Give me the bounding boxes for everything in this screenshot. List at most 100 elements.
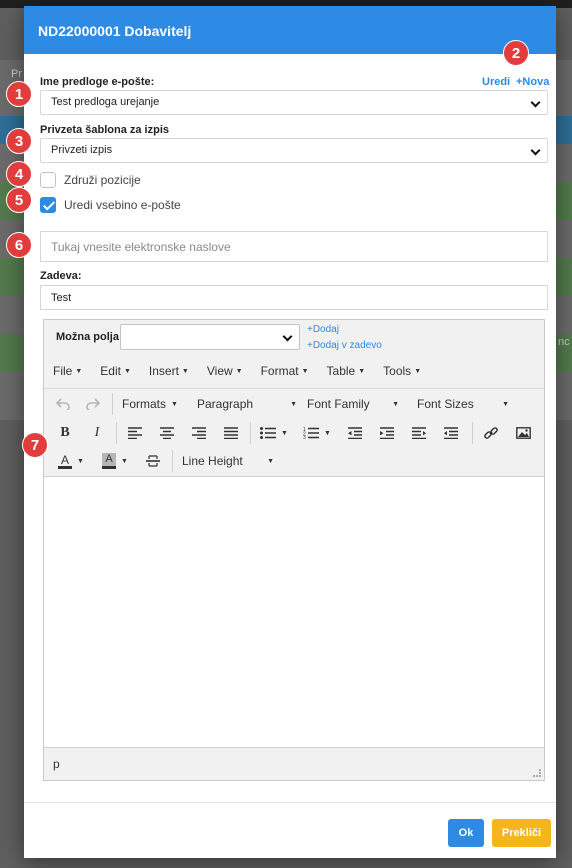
menu-label: Table bbox=[326, 364, 356, 378]
menu-edit[interactable]: Edit ▼ bbox=[100, 364, 131, 386]
caret-down-icon: ▼ bbox=[414, 368, 422, 375]
font-sizes-dropdown[interactable]: Font Sizes ▼ bbox=[417, 393, 509, 415]
italic-button[interactable]: I bbox=[86, 422, 108, 444]
paragraph-dropdown[interactable]: Paragraph ▼ bbox=[197, 393, 297, 415]
rich-text-editor: Možna polja: +Dodaj +Dodaj v zadevo File… bbox=[43, 319, 545, 781]
bold-button[interactable]: B bbox=[54, 422, 76, 444]
indent-icon bbox=[380, 427, 394, 439]
merge-positions-checkbox[interactable] bbox=[40, 172, 56, 188]
merge-positions-label: Združi pozicije bbox=[64, 173, 141, 187]
email-addresses-input[interactable] bbox=[40, 231, 548, 262]
caret-down-icon: ▼ bbox=[77, 457, 84, 465]
text-color-icon: A bbox=[58, 454, 73, 469]
insert-link-button[interactable] bbox=[480, 422, 502, 444]
annotation-badge: 2 bbox=[503, 40, 529, 66]
horizontal-rule-icon bbox=[146, 455, 160, 467]
menu-table[interactable]: Table ▼ bbox=[327, 364, 366, 386]
add-field-link[interactable]: +Dodaj bbox=[307, 324, 339, 335]
formats-dropdown[interactable]: Formats ▼ bbox=[122, 393, 178, 415]
redo-button[interactable] bbox=[82, 393, 104, 415]
editor-toolbar-row-3: A ▼ A ▼ Line Height ▼ bbox=[44, 446, 544, 475]
font-family-dropdown[interactable]: Font Family ▼ bbox=[307, 393, 399, 415]
add-field-subject-link[interactable]: +Dodaj v zadevo bbox=[307, 340, 382, 351]
rtl-button[interactable] bbox=[440, 422, 462, 444]
annotation-badge: 3 bbox=[6, 128, 32, 154]
numbered-list-icon: 123 bbox=[303, 427, 320, 439]
template-select[interactable]: Test predloga urejanje bbox=[40, 90, 548, 115]
caret-down-icon: ▼ bbox=[301, 368, 309, 375]
menu-label: Format bbox=[260, 364, 299, 378]
formats-label: Formats bbox=[122, 397, 167, 411]
menu-label: Tools bbox=[383, 364, 412, 378]
align-left-icon bbox=[128, 427, 142, 439]
element-path: p bbox=[53, 757, 60, 771]
text-color-button[interactable]: A ▼ bbox=[54, 450, 88, 472]
background-row-left bbox=[0, 334, 24, 372]
menu-label: Edit bbox=[100, 364, 121, 378]
line-height-dropdown[interactable]: Line Height ▼ bbox=[182, 450, 274, 472]
toolbar-separator bbox=[116, 422, 117, 444]
editor-toolbar-row-2: B I ▼ 1 2 3 ▼ bbox=[44, 418, 544, 447]
resize-handle-icon[interactable] bbox=[533, 769, 541, 777]
menu-label: File bbox=[53, 364, 73, 378]
outdent-icon bbox=[348, 427, 362, 439]
background-text-fragment: Pr bbox=[11, 68, 22, 80]
undo-button[interactable] bbox=[52, 393, 74, 415]
merge-positions-row[interactable]: Združi pozicije bbox=[40, 172, 141, 188]
menu-insert[interactable]: Insert ▼ bbox=[149, 364, 189, 386]
font-family-label: Font Family bbox=[307, 397, 370, 411]
edit-body-row[interactable]: Uredi vsebino e-pošte bbox=[40, 197, 181, 213]
ltr-button[interactable] bbox=[408, 422, 430, 444]
bullet-list-button[interactable]: ▼ bbox=[258, 422, 290, 444]
print-template-label: Privzeta šablona za izpis bbox=[40, 124, 169, 136]
cancel-button[interactable]: Prekliči bbox=[492, 819, 551, 847]
menu-file[interactable]: File ▼ bbox=[53, 364, 82, 386]
chevron-down-icon bbox=[530, 145, 541, 156]
modal-footer-divider bbox=[24, 802, 556, 803]
insert-image-button[interactable] bbox=[512, 422, 534, 444]
template-label: Ime predloge e-pošte: bbox=[40, 76, 155, 88]
template-new-link[interactable]: +Nova bbox=[516, 76, 549, 88]
align-center-button[interactable] bbox=[156, 422, 178, 444]
menu-tools[interactable]: Tools ▼ bbox=[383, 364, 421, 386]
caret-down-icon: ▼ bbox=[267, 457, 274, 465]
indent-button[interactable] bbox=[376, 422, 398, 444]
print-template-select[interactable]: Privzeti izpis bbox=[40, 138, 548, 163]
caret-down-icon: ▼ bbox=[121, 457, 128, 465]
align-right-icon bbox=[192, 427, 206, 439]
bullet-list-icon bbox=[260, 427, 277, 439]
paragraph-label: Paragraph bbox=[197, 397, 254, 411]
edit-body-checkbox[interactable] bbox=[40, 197, 56, 213]
menu-label: View bbox=[206, 364, 233, 378]
horizontal-rule-button[interactable] bbox=[142, 450, 164, 472]
fields-select[interactable] bbox=[120, 324, 300, 350]
background-text-fragment: nc bbox=[558, 336, 570, 348]
numbered-list-button[interactable]: 123 ▼ bbox=[300, 422, 334, 444]
background-row-right bbox=[556, 258, 572, 296]
image-icon bbox=[515, 427, 531, 439]
caret-down-icon: ▼ bbox=[324, 429, 331, 437]
background-color-button[interactable]: A ▼ bbox=[98, 450, 132, 472]
background-row-right bbox=[556, 182, 572, 220]
annotation-badge: 5 bbox=[6, 187, 32, 213]
redo-icon bbox=[86, 398, 100, 410]
align-justify-icon bbox=[224, 427, 238, 439]
background-row-left bbox=[0, 258, 24, 296]
align-center-icon bbox=[160, 427, 174, 439]
align-justify-button[interactable] bbox=[220, 422, 242, 444]
align-right-button[interactable] bbox=[188, 422, 210, 444]
menu-format[interactable]: Format ▼ bbox=[261, 364, 309, 386]
template-select-value: Test predloga urejanje bbox=[51, 96, 160, 108]
editor-content-area[interactable] bbox=[44, 476, 544, 748]
modal-title: ND22000001 Dobavitelj bbox=[24, 6, 556, 54]
menu-view[interactable]: View ▼ bbox=[207, 364, 243, 386]
font-sizes-label: Font Sizes bbox=[417, 397, 474, 411]
subject-label: Zadeva: bbox=[40, 270, 82, 282]
ok-button[interactable]: Ok bbox=[448, 819, 484, 847]
caret-down-icon: ▼ bbox=[290, 400, 297, 408]
subject-input[interactable] bbox=[40, 285, 548, 310]
template-edit-link[interactable]: Uredi bbox=[482, 76, 510, 88]
align-left-button[interactable] bbox=[124, 422, 146, 444]
outdent-button[interactable] bbox=[344, 422, 366, 444]
caret-down-icon: ▼ bbox=[392, 400, 399, 408]
